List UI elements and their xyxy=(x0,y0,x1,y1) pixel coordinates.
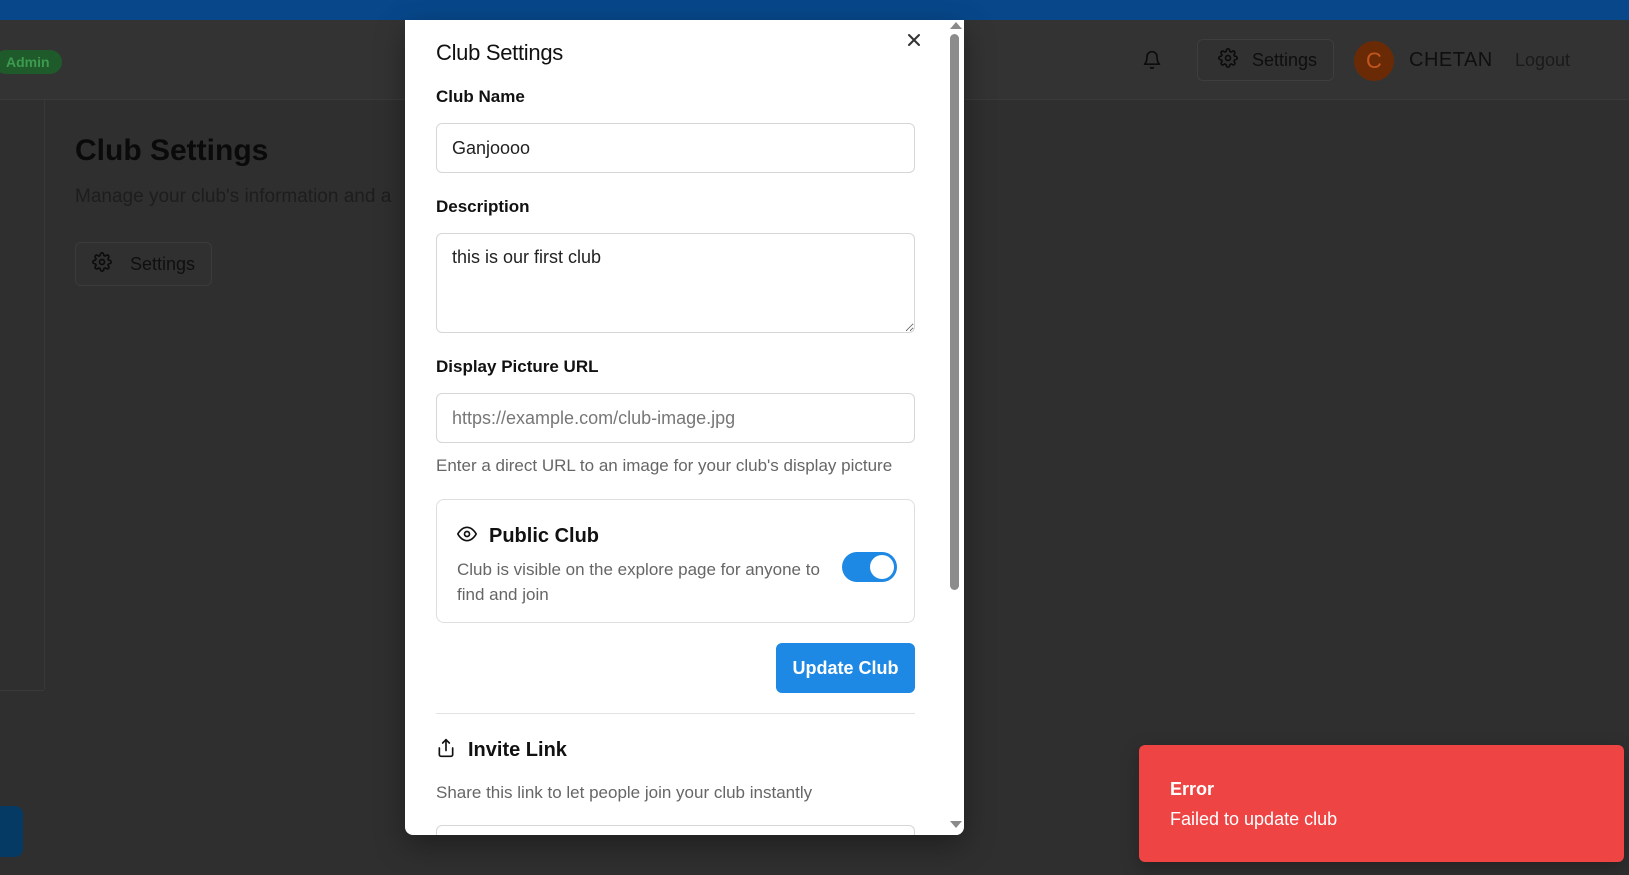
toast-message: Failed to update club xyxy=(1170,809,1338,829)
sidebar-divider xyxy=(44,100,45,690)
username[interactable]: CHETAN xyxy=(1409,49,1493,72)
public-club-heading: Public Club xyxy=(457,524,599,549)
display-picture-label: Display Picture URL xyxy=(436,357,599,376)
toggle-knob xyxy=(870,555,894,579)
modal-title: Club Settings xyxy=(436,40,563,65)
top-banner xyxy=(0,0,1629,20)
invite-link-title: Invite Link xyxy=(468,739,567,761)
eye-icon xyxy=(457,524,477,549)
close-button[interactable] xyxy=(902,30,926,54)
settings-tab-button[interactable]: Settings xyxy=(75,242,212,286)
scroll-down-arrow-icon[interactable] xyxy=(950,821,962,828)
floating-action-button[interactable] xyxy=(0,806,23,857)
section-divider xyxy=(436,713,915,714)
page-subtitle: Manage your club's information and a xyxy=(75,186,392,207)
club-name-input[interactable] xyxy=(436,123,915,173)
page-title: Club Settings xyxy=(75,134,269,167)
gear-icon xyxy=(92,251,112,277)
invite-link-input[interactable] xyxy=(436,825,915,835)
bell-icon[interactable] xyxy=(1142,50,1162,70)
description-label: Description xyxy=(436,197,530,216)
public-club-card: Public Club Club is visible on the explo… xyxy=(436,499,915,623)
admin-badge: Admin xyxy=(0,50,62,74)
gear-icon xyxy=(1218,47,1238,73)
avatar-initial: C xyxy=(1366,48,1382,73)
close-icon xyxy=(906,32,922,53)
display-picture-url-input[interactable] xyxy=(436,393,915,443)
toast-title: Error xyxy=(1170,779,1215,799)
settings-tab-label: Settings xyxy=(130,253,196,274)
update-club-button[interactable]: Update Club xyxy=(776,643,915,693)
scrollbar-thumb[interactable] xyxy=(950,34,959,590)
description-textarea[interactable]: this is our first club xyxy=(436,233,915,333)
error-toast[interactable]: Error Failed to update club xyxy=(1139,745,1624,862)
share-icon xyxy=(436,738,456,763)
modal-content: Club Settings Club Name Description this… xyxy=(405,20,942,835)
header-settings-label: Settings xyxy=(1252,49,1318,70)
scroll-up-arrow-icon[interactable] xyxy=(950,22,962,29)
logout-link[interactable]: Logout xyxy=(1515,50,1570,71)
club-settings-modal: Club Settings Club Name Description this… xyxy=(405,20,964,835)
public-club-title: Public Club xyxy=(489,525,599,547)
public-club-description: Club is visible on the explore page for … xyxy=(457,560,820,604)
header-settings-button[interactable]: Settings xyxy=(1197,39,1334,81)
public-club-toggle[interactable] xyxy=(842,552,897,582)
display-picture-helper: Enter a direct URL to an image for your … xyxy=(436,456,893,475)
avatar[interactable]: C xyxy=(1354,41,1394,81)
invite-link-description: Share this link to let people join your … xyxy=(436,783,813,802)
sidebar-separator xyxy=(0,690,44,691)
invite-link-heading: Invite Link xyxy=(436,738,567,763)
club-name-label: Club Name xyxy=(436,87,525,106)
